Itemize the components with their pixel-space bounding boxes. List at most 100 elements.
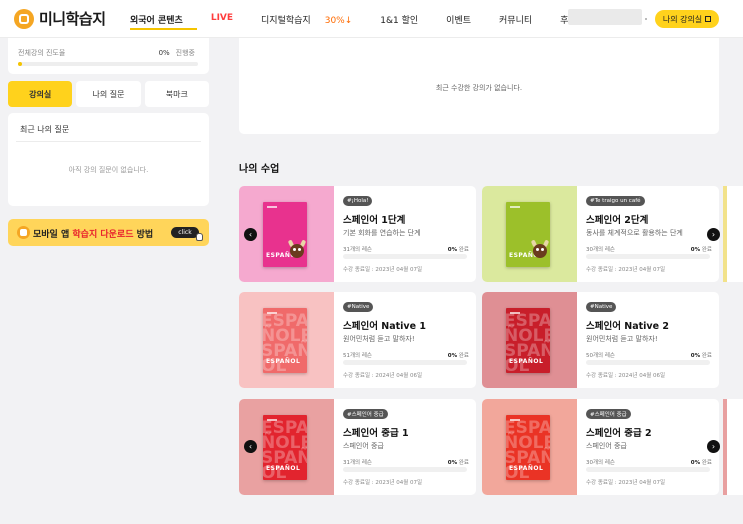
course-info: #스페인어 중급 스페인어 중급 2 스페인어 중급 30개의 레슨 0% 완료… <box>586 399 712 495</box>
nav-discount-badge: 30%↓ <box>324 16 353 26</box>
course-progress-bar <box>586 360 710 365</box>
next-card-peek <box>723 399 743 495</box>
course-title[interactable]: 스페인어 Native 1 <box>343 318 426 332</box>
app-download-banner[interactable]: 모바일 앱 학습지 다운로드 방법 click <box>8 219 209 246</box>
banner-click-button[interactable]: click <box>171 227 199 238</box>
banner-text-highlight: 학습지 다운로드 <box>72 230 134 240</box>
course-end-date: 수강 종료일 : 2023년 04월 07일 <box>343 480 423 486</box>
course-tag-badge: #Native <box>586 302 617 312</box>
course-card[interactable]: ESPAÑOLESPAÑOL ESPAÑOL #스페인어 중급 스페인어 중급 … <box>239 399 476 495</box>
carousel-next-button[interactable]: › <box>707 228 720 241</box>
cover-title: ESPAÑOL <box>266 465 301 472</box>
course-percent-value: 0% <box>447 247 458 253</box>
nav-item[interactable]: 이벤트 <box>446 13 485 30</box>
course-thumbnail: ESPAÑOLESPAÑOL ESPAÑOL <box>482 399 577 495</box>
course-card[interactable]: ESPAÑOLESPAÑOL ESPAÑOL #Native 스페인어 Nati… <box>239 292 476 388</box>
course-subtitle: 동사를 체계적으로 활용하는 단계 <box>586 229 683 237</box>
logo[interactable]: 미니학습지 <box>14 8 106 29</box>
textbook-cover: ESPAÑOLESPAÑOL ESPAÑOL <box>263 308 307 373</box>
carousel-prev-button[interactable]: ‹ <box>244 440 257 453</box>
nav-item[interactable]: 외국어 콘텐츠 <box>130 13 197 30</box>
course-title[interactable]: 스페인어 Native 2 <box>586 318 669 332</box>
my-classroom-button[interactable]: 나의 강의실 <box>655 10 719 28</box>
course-info: #Native 스페인어 Native 2 원어민처럼 듣고 말하자! 50개의… <box>586 292 712 388</box>
cover-tag <box>510 206 520 208</box>
pointer-hand-icon <box>196 233 203 241</box>
course-subtitle: 원어민처럼 듣고 말하자! <box>343 335 415 343</box>
sidebar-tab[interactable]: 북마크 <box>144 81 209 107</box>
recent-questions-title: 최근 나의 질문 <box>20 125 70 134</box>
carousel-prev-button[interactable]: ‹ <box>244 228 257 241</box>
nav-item-label: 디지털학습지 <box>261 16 311 26</box>
course-progress-bar <box>343 360 467 365</box>
course-thumbnail: ESPAÑOL <box>482 186 577 282</box>
bull-mascot-icon <box>530 238 550 260</box>
chevron-left-icon: ‹ <box>248 230 253 239</box>
recent-course-card: 최근 수강한 강의가 없습니다. <box>239 38 719 134</box>
course-end-date: 수강 종료일 : 2023년 04월 07일 <box>586 480 666 486</box>
course-end-date: 수강 종료일 : 2024년 04월 06일 <box>586 373 666 379</box>
course-card[interactable]: ESPAÑOL #¡Hola! 스페인어 1단계 기본 회화를 연습하는 단계 … <box>239 186 476 282</box>
sidebar-tab[interactable]: 강의실 <box>8 81 73 107</box>
carousel-next-button[interactable]: › <box>707 440 720 453</box>
course-card[interactable]: ESPAÑOLESPAÑOL ESPAÑOL #스페인어 중급 스페인어 중급 … <box>482 399 719 495</box>
user-name-blurred <box>568 9 642 25</box>
course-end-date: 수강 종료일 : 2023년 04월 07일 <box>586 267 666 273</box>
nav-item[interactable]: 1&1 할인 <box>380 13 432 30</box>
bull-mascot-icon <box>287 238 307 260</box>
course-tag-badge: #Te traigo un café <box>586 196 645 206</box>
course-percent-suffix: 완료 <box>701 353 712 359</box>
course-title[interactable]: 스페인어 중급 1 <box>343 425 409 439</box>
course-percent: 0% 완료 <box>448 245 469 253</box>
course-tag-badge: #Native <box>343 302 374 312</box>
course-progress-bar <box>343 467 467 472</box>
divider-dot <box>645 18 647 20</box>
course-percent-value: 0% <box>447 460 458 466</box>
course-percent: 0% 완료 <box>691 458 712 466</box>
course-percent-suffix: 완료 <box>458 247 469 253</box>
classroom-icon <box>705 16 712 22</box>
mascot-eye <box>298 248 301 251</box>
course-percent: 0% 완료 <box>691 351 712 359</box>
progress-fill <box>18 62 22 66</box>
progress-bar <box>18 62 198 66</box>
course-card[interactable]: ESPAÑOLESPAÑOL ESPAÑOL #Native 스페인어 Nati… <box>482 292 719 388</box>
peek-thumb <box>723 399 727 495</box>
mascot-eye <box>541 248 544 251</box>
mascot-eye <box>536 248 539 251</box>
nav-item-label: 외국어 콘텐츠 <box>130 16 183 26</box>
course-card[interactable]: ESPAÑOL #Te traigo un café 스페인어 2단계 동사를 … <box>482 186 719 282</box>
progress-percent: 0% <box>158 49 170 57</box>
course-subtitle: 원어민처럼 듣고 말하자! <box>586 335 658 343</box>
course-title[interactable]: 스페인어 2단계 <box>586 212 648 226</box>
mascot-body <box>533 244 547 258</box>
course-percent-value: 0% <box>447 353 458 359</box>
progress-label: 전체강의 진도율 <box>18 49 66 57</box>
banner-text-2: 방법 <box>133 230 154 240</box>
lesson-count: 51개의 레슨 <box>343 353 372 359</box>
course-thumbnail: ESPAÑOLESPAÑOL ESPAÑOL <box>239 292 334 388</box>
mascot-body <box>290 244 304 258</box>
nav-item[interactable]: 디지털학습지 30%↓ <box>261 13 366 30</box>
course-tag-badge: #스페인어 중급 <box>343 409 388 419</box>
cover-tag <box>267 206 277 208</box>
course-thumbnail: ESPAÑOLESPAÑOL ESPAÑOL <box>482 292 577 388</box>
lesson-count: 31개의 레슨 <box>343 247 372 253</box>
my-classroom-label: 나의 강의실 <box>662 14 703 24</box>
course-tag-badge: #¡Hola! <box>343 196 373 206</box>
course-title[interactable]: 스페인어 중급 2 <box>586 425 652 439</box>
lesson-count: 50개의 레슨 <box>586 353 615 359</box>
recent-questions-card: 최근 나의 질문 아직 강의 질문이 없습니다. <box>8 113 209 206</box>
banner-text-1: 모바일 앱 <box>33 230 73 240</box>
peek-thumb <box>723 186 727 282</box>
app-logo-icon <box>17 226 30 239</box>
nav-item[interactable]: 커뮤니티 <box>499 13 546 30</box>
progress-status: 진행중 <box>175 49 195 57</box>
nav-item-label: 커뮤니티 <box>499 16 533 26</box>
sidebar-tab[interactable]: 나의 질문 <box>76 81 141 107</box>
recent-empty-text: 최근 수강한 강의가 없습니다. <box>435 84 523 92</box>
course-tag-badge: #스페인어 중급 <box>586 409 631 419</box>
nav-item[interactable]: LIVE <box>211 13 247 30</box>
course-subtitle: 스페인어 중급 <box>343 442 384 450</box>
course-title[interactable]: 스페인어 1단계 <box>343 212 405 226</box>
